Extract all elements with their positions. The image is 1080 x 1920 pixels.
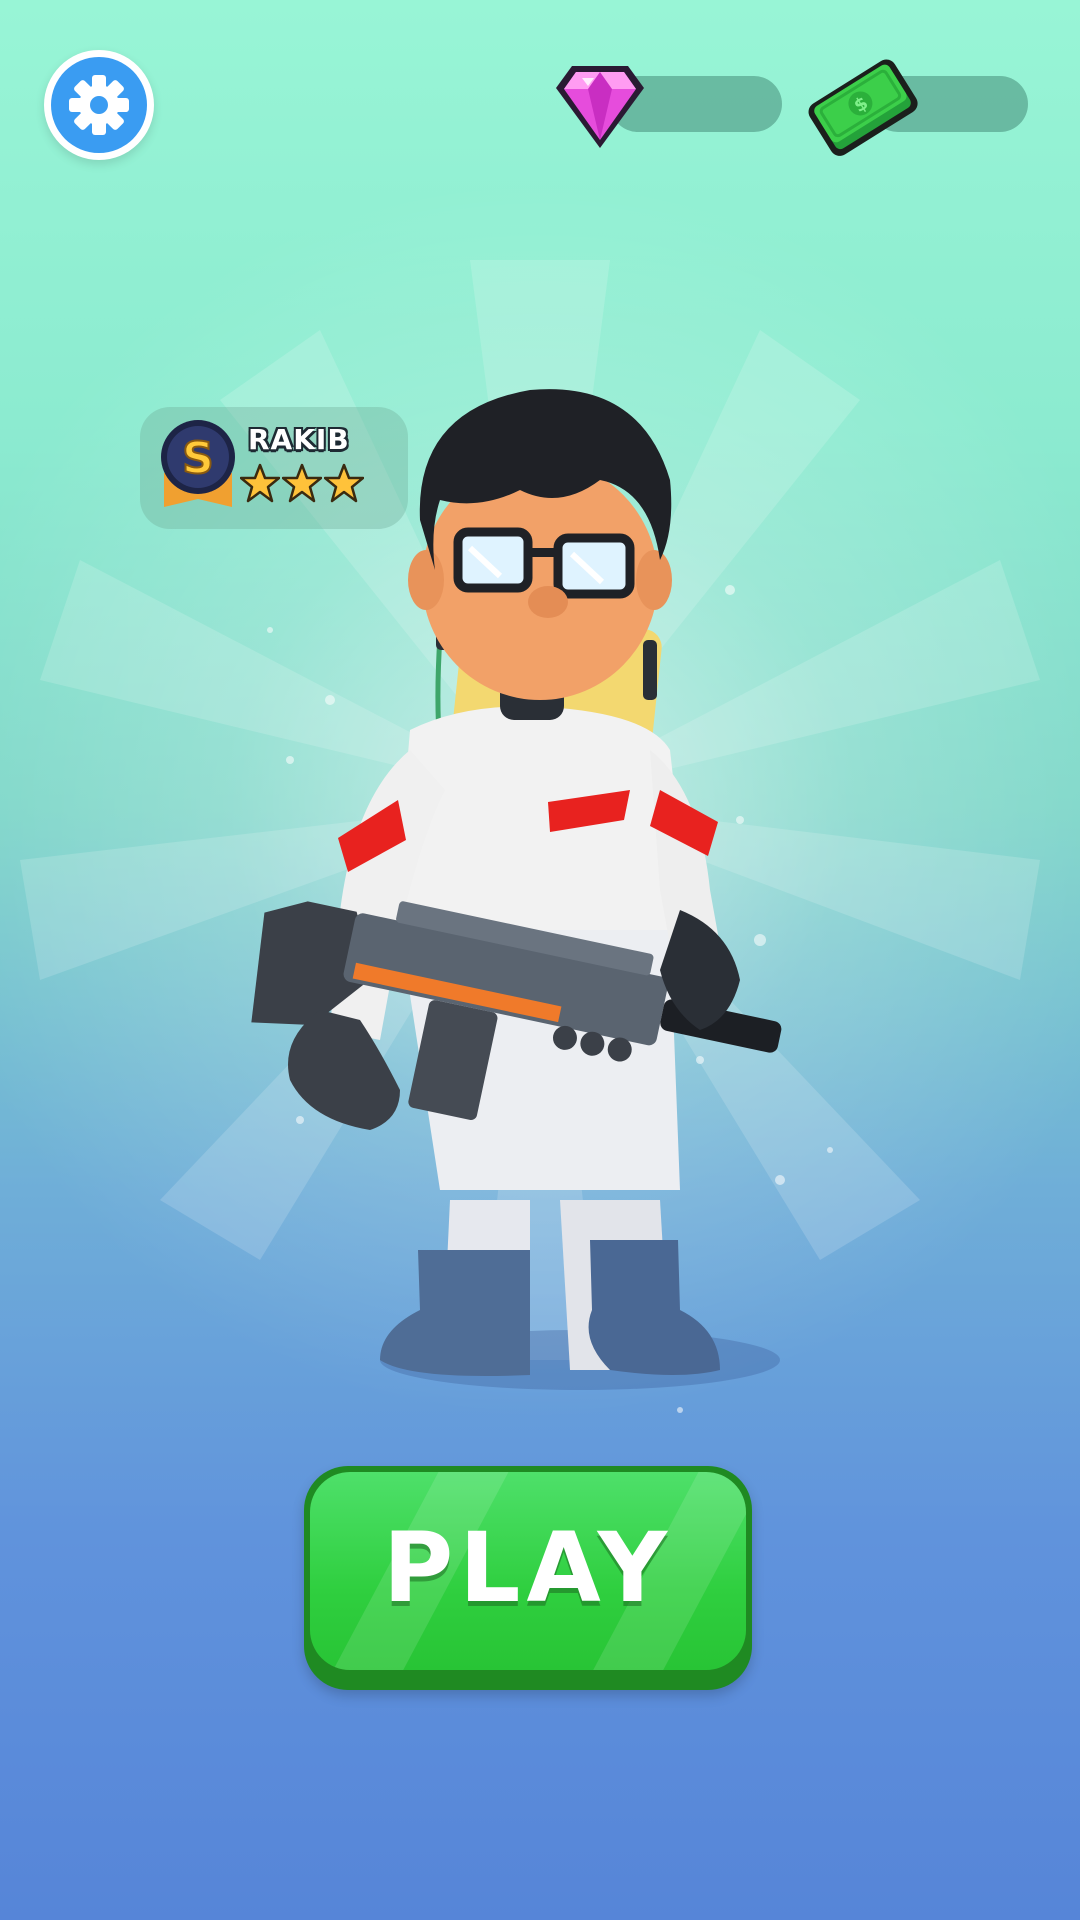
character-with-rifle xyxy=(251,389,782,1390)
gear-icon xyxy=(69,75,129,135)
settings-button[interactable] xyxy=(44,50,154,160)
cash-icon: $ xyxy=(808,59,918,156)
gem-icon xyxy=(556,66,644,148)
play-button[interactable]: PLAY xyxy=(304,1466,752,1690)
play-button-face: PLAY xyxy=(310,1472,746,1670)
settings-button-face xyxy=(51,57,147,153)
rank-badge-icon: S xyxy=(161,420,235,507)
play-button-label: PLAY xyxy=(382,1512,674,1624)
rank-letter: S xyxy=(182,433,214,484)
